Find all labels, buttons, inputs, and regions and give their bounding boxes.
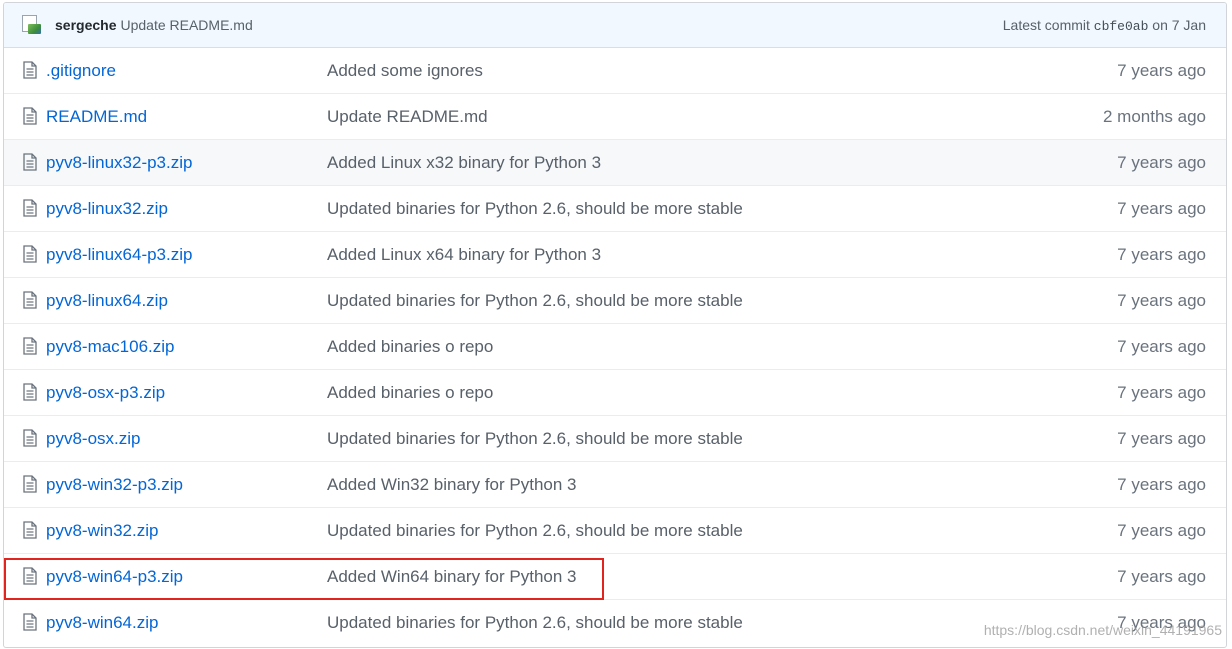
file-age: 7 years ago (1117, 566, 1206, 586)
file-age: 7 years ago (1117, 474, 1206, 494)
file-age: 7 years ago (1117, 152, 1206, 172)
file-row[interactable]: pyv8-linux64-p3.zip Added Linux x64 binar… (4, 231, 1226, 277)
file-icon (22, 613, 38, 631)
file-icon (22, 153, 38, 171)
file-row[interactable]: pyv8-linux32.zip Updated binaries for Pyt… (4, 185, 1226, 231)
file-icon (22, 337, 38, 355)
file-commit-message[interactable]: Updated binaries for Python 2.6, should … (327, 521, 743, 541)
commit-tease: sergeche Update README.md Latest commit … (4, 3, 1226, 48)
commit-date: on 7 Jan (1152, 16, 1206, 33)
file-age: 7 years ago (1117, 198, 1206, 218)
file-name-link[interactable]: pyv8-osx.zip (46, 429, 140, 449)
file-row[interactable]: pyv8-linux32-p3.zip Added Linux x32 binar… (4, 139, 1226, 185)
file-commit-message[interactable]: Updated binaries for Python 2.6, should … (327, 199, 743, 219)
file-icon (22, 199, 38, 217)
file-name-link[interactable]: pyv8-mac106.zip (46, 337, 175, 357)
latest-commit-label: Latest commit (1002, 16, 1090, 33)
file-commit-message[interactable]: Updated binaries for Python 2.6, should … (327, 429, 743, 449)
file-name-link[interactable]: pyv8-win32-p3.zip (46, 475, 183, 495)
file-name-link[interactable]: pyv8-linux32-p3.zip (46, 153, 192, 173)
file-commit-message[interactable]: Added Win64 binary for Python 3 (327, 567, 576, 587)
file-icon (22, 567, 38, 585)
file-icon (22, 107, 38, 125)
file-row[interactable]: .gitignore Added some ignores 7 years ago (4, 48, 1226, 93)
file-age: 7 years ago (1117, 382, 1206, 402)
file-row[interactable]: pyv8-win32-p3.zip Added Win32 binary for … (4, 461, 1226, 507)
file-row[interactable]: pyv8-linux64.zip Updated binaries for Pyt… (4, 277, 1226, 323)
file-icon (22, 61, 38, 79)
file-commit-message[interactable]: Added binaries o repo (327, 383, 493, 403)
file-icon (22, 429, 38, 447)
file-commit-message[interactable]: Added binaries o repo (327, 337, 493, 357)
file-age: 7 years ago (1117, 60, 1206, 80)
file-name-link[interactable]: pyv8-linux64-p3.zip (46, 245, 192, 265)
file-rows: .gitignore Added some ignores 7 years ago R… (4, 48, 1226, 645)
file-commit-message[interactable]: Updated binaries for Python 2.6, should … (327, 291, 743, 311)
file-icon (22, 521, 38, 539)
file-icon (22, 383, 38, 401)
file-name-link[interactable]: pyv8-win64.zip (46, 613, 158, 633)
file-icon (22, 245, 38, 263)
file-row[interactable]: pyv8-osx-p3.zip Added binaries o repo 7 ye… (4, 369, 1226, 415)
avatar[interactable] (22, 15, 42, 35)
commit-sha[interactable]: cbfe0ab (1094, 19, 1149, 34)
file-icon (22, 475, 38, 493)
file-row[interactable]: pyv8-win32.zip Updated binaries for Pytho… (4, 507, 1226, 553)
file-commit-message[interactable]: Updated binaries for Python 2.6, should … (327, 613, 743, 633)
file-commit-message[interactable]: Added Linux x64 binary for Python 3 (327, 245, 601, 265)
file-age: 7 years ago (1117, 290, 1206, 310)
watermark: https://blog.csdn.net/weixin_44191965 (983, 622, 1222, 638)
file-age: 2 months ago (1102, 106, 1206, 126)
file-commit-message[interactable]: Added some ignores (327, 61, 483, 81)
file-row[interactable]: pyv8-osx.zip Updated binaries for Python … (4, 415, 1226, 461)
file-row[interactable]: pyv8-mac106.zip Added binaries o repo 7 ye… (4, 323, 1226, 369)
file-age: 7 years ago (1117, 336, 1206, 356)
file-row[interactable]: README.md Update README.md 2 months ago (4, 93, 1226, 139)
file-icon (22, 291, 38, 309)
file-name-link[interactable]: pyv8-win32.zip (46, 521, 158, 541)
file-name-link[interactable]: pyv8-linux64.zip (46, 291, 168, 311)
file-name-link[interactable]: README.md (46, 107, 147, 127)
commit-author[interactable]: sergeche (55, 17, 116, 33)
file-commit-message[interactable]: Update README.md (327, 107, 488, 127)
file-name-link[interactable]: pyv8-win64-p3.zip (46, 567, 183, 587)
file-row[interactable]: pyv8-win64-p3.zip Added Win64 binary for … (4, 553, 1226, 599)
file-age: 7 years ago (1117, 244, 1206, 264)
file-name-link[interactable]: pyv8-linux32.zip (46, 199, 168, 219)
file-list-box: sergeche Update README.md Latest commit … (3, 2, 1227, 648)
file-name-link[interactable]: pyv8-osx-p3.zip (46, 383, 165, 403)
file-age: 7 years ago (1117, 520, 1206, 540)
file-commit-message[interactable]: Added Win32 binary for Python 3 (327, 475, 576, 495)
commit-message[interactable]: Update README.md (120, 17, 252, 33)
file-commit-message[interactable]: Added Linux x32 binary for Python 3 (327, 153, 601, 173)
file-age: 7 years ago (1117, 428, 1206, 448)
latest-commit: Latest commit cbfe0ab on 7 Jan (1003, 17, 1206, 34)
file-name-link[interactable]: .gitignore (46, 61, 116, 81)
